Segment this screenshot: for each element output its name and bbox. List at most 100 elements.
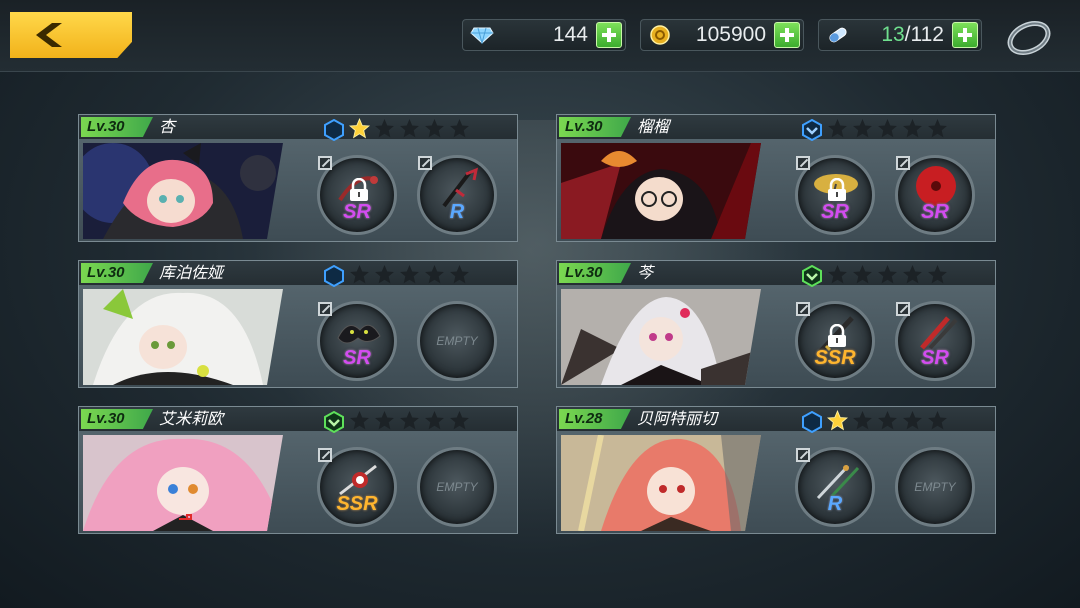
rarity-label: SSR <box>814 347 856 369</box>
rarity-label: SSR <box>336 493 378 515</box>
gem-counter: 144 <box>462 19 626 51</box>
rarity-label: SR <box>921 347 949 369</box>
character-name: 贝阿特丽切 <box>637 409 718 428</box>
ring-menu-button[interactable] <box>1004 14 1054 58</box>
equipment-slot[interactable]: SSR <box>795 301 875 381</box>
equipment-slot[interactable]: SR <box>895 155 975 235</box>
chevron-left-icon <box>36 23 62 47</box>
character-name: 杏 <box>159 117 176 136</box>
character-card[interactable]: Lv.30 库泊佐娅 SR EMPTY <box>78 260 518 388</box>
rarity-label: SR <box>343 347 371 369</box>
grade-chevron-icon <box>324 411 344 433</box>
equipment-slot[interactable]: R <box>795 447 875 527</box>
character-portrait <box>83 143 283 239</box>
star-rating <box>349 264 470 285</box>
lock-icon <box>828 324 846 347</box>
star-empty-icon <box>928 411 947 430</box>
gem-count: 144 <box>552 23 588 46</box>
star-empty-icon <box>450 411 469 430</box>
ring-icon <box>1007 20 1051 56</box>
equipment-slot[interactable]: R <box>417 155 497 235</box>
equipment-slot[interactable]: SR <box>895 301 975 381</box>
character-portrait <box>561 289 761 385</box>
rarity-label: SR <box>343 201 371 223</box>
character-card[interactable]: Lv.30 杏 SR R <box>78 114 518 242</box>
level-badge: Lv.30 <box>81 263 153 283</box>
star-empty-icon <box>828 265 847 284</box>
rarity-label: SR <box>821 201 849 223</box>
coin-counter: 105900 <box>640 19 804 51</box>
star-empty-icon <box>878 411 897 430</box>
star-empty-icon <box>425 265 444 284</box>
star-empty-icon <box>375 411 394 430</box>
equipment-slot[interactable]: SR <box>317 301 397 381</box>
star-empty-icon <box>375 119 394 138</box>
equipment-slot-empty[interactable]: EMPTY <box>417 301 497 381</box>
grade-hexagon-icon <box>324 265 344 287</box>
character-name: 艾米莉欧 <box>159 409 224 428</box>
character-name: 榴榴 <box>637 117 670 136</box>
rarity-label: R <box>449 201 465 223</box>
character-card[interactable]: Lv.28 贝阿特丽切 R EMPTY <box>556 406 996 534</box>
level-badge: Lv.30 <box>81 117 153 137</box>
grade-hexagon-icon <box>802 411 822 433</box>
level-badge: Lv.30 <box>81 409 153 429</box>
character-card[interactable]: Lv.30 榴榴 SR SR <box>556 114 996 242</box>
star-empty-icon <box>450 119 469 138</box>
star-empty-icon <box>853 265 872 284</box>
star-empty-icon <box>400 119 419 138</box>
star-rating <box>827 410 948 431</box>
star-empty-icon <box>928 265 947 284</box>
star-empty-icon <box>828 119 847 138</box>
star-empty-icon <box>425 119 444 138</box>
star-empty-icon <box>450 265 469 284</box>
character-card[interactable]: Lv.30 芩 SSR SR <box>556 260 996 388</box>
grade-chevron-icon <box>802 265 822 287</box>
star-empty-icon <box>903 119 922 138</box>
rarity-label: SR <box>921 201 949 223</box>
level-badge: Lv.30 <box>559 263 631 283</box>
star-empty-icon <box>903 411 922 430</box>
grade-hexagon-icon <box>324 119 344 141</box>
equipment-slot[interactable]: SSR <box>317 447 397 527</box>
equipment-slot[interactable]: SR <box>317 155 397 235</box>
character-portrait <box>561 435 761 531</box>
star-empty-icon <box>853 411 872 430</box>
lock-icon <box>828 178 846 201</box>
level-badge: Lv.30 <box>559 117 631 137</box>
star-rating <box>349 118 470 139</box>
star-empty-icon <box>878 119 897 138</box>
character-portrait <box>561 143 761 239</box>
character-card[interactable]: Lv.30 艾米莉欧 SSR EMPTY <box>78 406 518 534</box>
star-empty-icon <box>878 265 897 284</box>
stamina-counter: 13/112 <box>818 19 982 51</box>
grade-chevron-icon <box>802 119 822 141</box>
star-rating <box>827 118 948 139</box>
add-stamina-button[interactable] <box>952 22 978 48</box>
top-bar: 144 105900 13/112 <box>0 0 1080 72</box>
star-rating <box>827 264 948 285</box>
equipment-slot-empty[interactable]: EMPTY <box>417 447 497 527</box>
star-filled-icon <box>827 410 848 431</box>
add-coins-button[interactable] <box>774 22 800 48</box>
character-portrait <box>83 289 283 385</box>
equipment-slot[interactable]: SR <box>795 155 875 235</box>
stamina-max: /112 <box>904 23 944 46</box>
star-empty-icon <box>853 119 872 138</box>
level-badge: Lv.28 <box>559 409 631 429</box>
character-portrait <box>83 435 283 531</box>
star-empty-icon <box>425 411 444 430</box>
character-name: 芩 <box>637 263 654 282</box>
star-empty-icon <box>350 265 369 284</box>
stamina-current: 13 <box>881 23 905 46</box>
stamina-icon <box>825 24 851 46</box>
gem-icon <box>469 24 495 46</box>
star-rating <box>349 410 470 431</box>
equipment-slot-empty[interactable]: EMPTY <box>895 447 975 527</box>
star-empty-icon <box>350 411 369 430</box>
back-button[interactable] <box>10 12 132 58</box>
stamina-value: 13/112 <box>851 23 952 47</box>
add-gems-button[interactable] <box>596 22 622 48</box>
star-empty-icon <box>375 265 394 284</box>
lock-icon <box>350 178 368 201</box>
